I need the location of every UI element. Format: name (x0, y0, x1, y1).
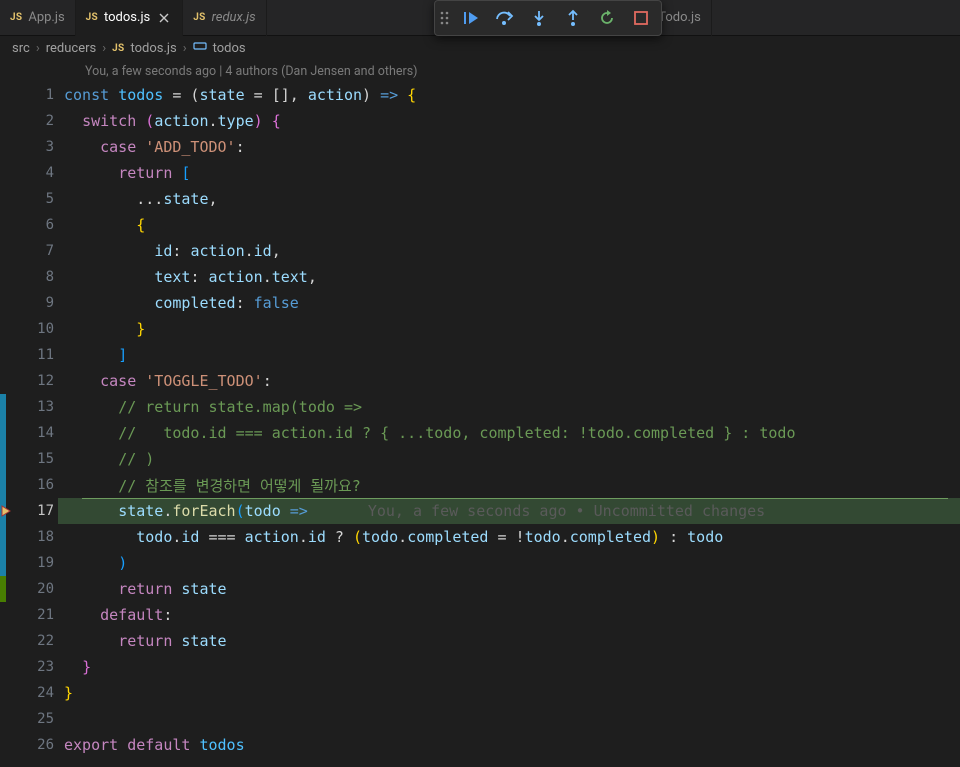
crumb-folder[interactable]: reducers (46, 41, 97, 56)
tab-bar: JS App.js JS todos.js JS redux.js (0, 0, 960, 36)
tab-app[interactable]: JS App.js (0, 0, 76, 36)
tab-label: App.js (28, 10, 64, 25)
line-number: 10 (6, 321, 64, 337)
code-line[interactable]: 23 } (0, 654, 960, 680)
line-number: 23 (6, 659, 64, 675)
line-number: 7 (6, 243, 64, 259)
code-line[interactable]: 7 id: action.id, (0, 238, 960, 264)
line-number: 24 (6, 685, 64, 701)
js-icon: JS (193, 12, 205, 23)
line-number: 11 (6, 347, 64, 363)
code-line[interactable]: 14 // todo.id === action.id ? { ...todo,… (0, 420, 960, 446)
line-number: 2 (6, 113, 64, 129)
git-codelens[interactable]: You, a few seconds ago | 4 authors (Dan … (0, 60, 960, 82)
code-line[interactable]: 2 switch (action.type) { (0, 108, 960, 134)
tab-redux[interactable]: JS redux.js (183, 0, 266, 36)
line-number: 21 (6, 607, 64, 623)
code-line[interactable]: 25 (0, 706, 960, 732)
code-line[interactable]: 13 // return state.map(todo => (0, 394, 960, 420)
line-number: 26 (6, 737, 64, 753)
line-number: 6 (6, 217, 64, 233)
line-number: 14 (6, 425, 64, 441)
line-number: 18 (6, 529, 64, 545)
js-icon: JS (112, 43, 124, 54)
chevron-right-icon: › (102, 41, 106, 56)
code-line[interactable]: 11 ] (0, 342, 960, 368)
code-line[interactable]: 19 ) (0, 550, 960, 576)
git-blame-inline: You, a few seconds ago • Uncommitted cha… (308, 502, 765, 520)
step-into-icon[interactable] (523, 3, 555, 33)
line-number: 9 (6, 295, 64, 311)
line-number: 17 (6, 503, 64, 519)
code-line[interactable]: 12 case 'TOGGLE_TODO': (0, 368, 960, 394)
code-line[interactable]: 24 } (0, 680, 960, 706)
line-number: 12 (6, 373, 64, 389)
tab-label: redux.js (212, 10, 256, 25)
symbol-variable-icon (193, 39, 207, 57)
line-number: 5 (6, 191, 64, 207)
code-line[interactable]: 3 case 'ADD_TODO': (0, 134, 960, 160)
line-number: 16 (6, 477, 64, 493)
crumb-folder[interactable]: src (12, 41, 30, 56)
code-line[interactable]: 26 export default todos (0, 732, 960, 758)
code-line[interactable]: 9 completed: false (0, 290, 960, 316)
tab-label: todos.js (104, 10, 150, 25)
crumb-file[interactable]: todos.js (130, 41, 176, 56)
code-line[interactable]: 16 // 참조를 변경하면 어떻게 될까요? (0, 472, 960, 498)
code-line-current[interactable]: 17 state.forEach(todo =>You, a few secon… (0, 498, 960, 524)
line-number: 8 (6, 269, 64, 285)
breadcrumb[interactable]: src › reducers › JS todos.js › todos (0, 36, 960, 60)
code-line[interactable]: 10 } (0, 316, 960, 342)
crumb-symbol[interactable]: todos (213, 41, 246, 56)
step-over-icon[interactable] (489, 3, 521, 33)
line-number: 13 (6, 399, 64, 415)
restart-icon[interactable] (591, 3, 623, 33)
tab-todos[interactable]: JS todos.js (76, 0, 184, 36)
code-line[interactable]: 6 { (0, 212, 960, 238)
code-line[interactable]: 1 const todos = (state = [], action) => … (0, 82, 960, 108)
line-number: 25 (6, 711, 64, 727)
chevron-right-icon: › (36, 41, 40, 56)
js-icon: JS (10, 12, 22, 23)
line-number: 4 (6, 165, 64, 181)
drag-handle-icon[interactable] (439, 10, 453, 26)
code-line[interactable]: 5 ...state, (0, 186, 960, 212)
code-line[interactable]: 15 // ) (0, 446, 960, 472)
code-line[interactable]: 8 text: action.text, (0, 264, 960, 290)
debug-toolbar[interactable] (434, 0, 662, 36)
code-line[interactable]: 22 return state (0, 628, 960, 654)
debug-current-icon (0, 504, 13, 518)
line-number: 3 (6, 139, 64, 155)
js-icon: JS (86, 12, 98, 23)
code-line[interactable]: 21 default: (0, 602, 960, 628)
line-number: 1 (6, 87, 64, 103)
chevron-right-icon: › (183, 41, 187, 56)
code-editor[interactable]: You, a few seconds ago | 4 authors (Dan … (0, 60, 960, 758)
line-number: 19 (6, 555, 64, 571)
line-number: 22 (6, 633, 64, 649)
line-number: 20 (6, 581, 64, 597)
code-line[interactable]: 4 return [ (0, 160, 960, 186)
code-line[interactable]: 18 todo.id === action.id ? (todo.complet… (0, 524, 960, 550)
stop-icon[interactable] (625, 3, 657, 33)
continue-icon[interactable] (455, 3, 487, 33)
close-icon[interactable] (156, 10, 172, 26)
step-out-icon[interactable] (557, 3, 589, 33)
line-number: 15 (6, 451, 64, 467)
code-line[interactable]: 20 return state (0, 576, 960, 602)
